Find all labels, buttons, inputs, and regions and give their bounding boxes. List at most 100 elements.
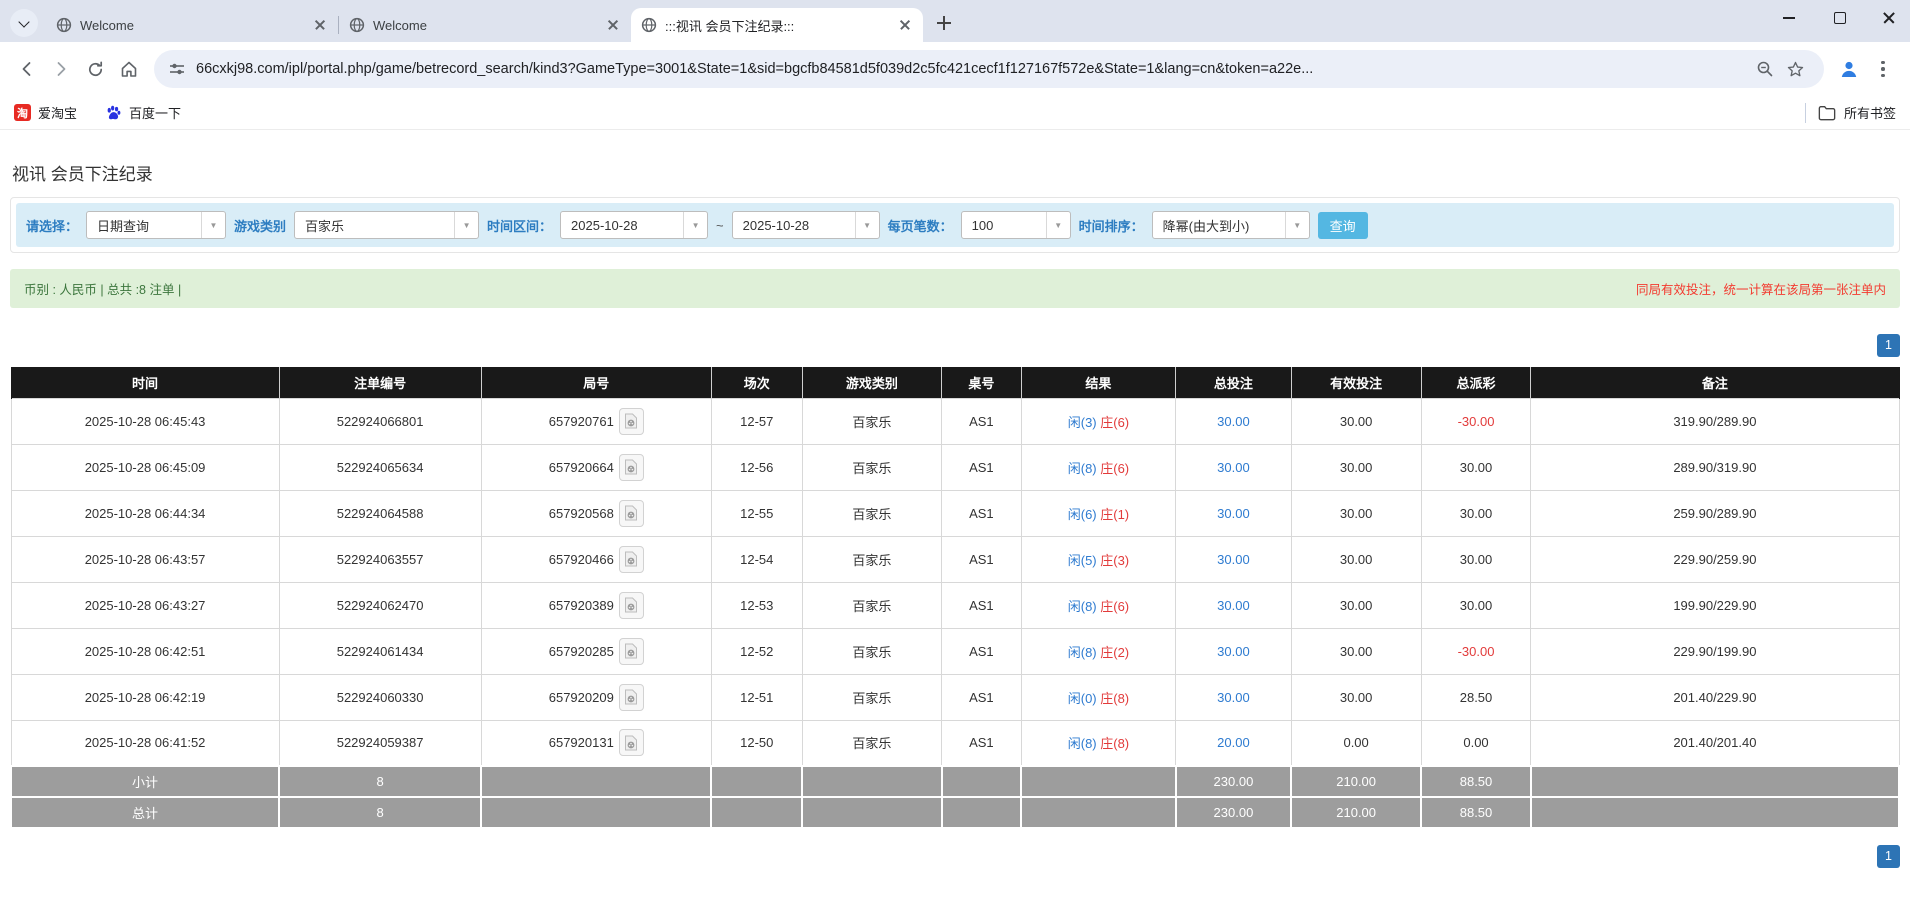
result-player: 闲(8) xyxy=(1067,598,1097,614)
cell-table-no: AS1 xyxy=(941,673,1022,721)
cell-game-type: 百家乐 xyxy=(801,673,943,721)
minimize-icon[interactable] xyxy=(1782,10,1796,24)
page-1-button[interactable]: 1 xyxy=(1877,334,1900,357)
total-bet-link[interactable]: 30.00 xyxy=(1217,598,1250,613)
filter-panel: 请选择： 日期查询 ▼ 游戏类别 百家乐 ▼ 时间区间： 2025-10-28 … xyxy=(10,197,1900,253)
cell-bet-id: 522924060330 xyxy=(278,673,482,721)
cell-valid-bet: 30.00 xyxy=(1290,535,1422,583)
home-icon xyxy=(121,61,137,77)
total-bet-link[interactable]: 30.00 xyxy=(1217,414,1250,429)
menu-button[interactable] xyxy=(1866,52,1900,86)
bookmark-aitaobao[interactable]: 淘 爱淘宝 xyxy=(14,103,77,122)
cell-table-no: AS1 xyxy=(941,489,1022,537)
cell-table-no: AS1 xyxy=(941,443,1022,491)
cell-round-id: 657920466 xyxy=(480,535,712,583)
chevron-down-icon: ▼ xyxy=(454,212,478,238)
cell-bet-id: 522924062470 xyxy=(278,581,482,629)
new-tab-button[interactable] xyxy=(931,10,957,36)
close-icon[interactable] xyxy=(605,17,621,33)
home-button[interactable] xyxy=(112,52,146,86)
result-player: 闲(8) xyxy=(1067,736,1097,752)
date-from-select[interactable]: 2025-10-28 ▼ xyxy=(560,211,709,239)
valid-bet-note-text: 同局有效投注，统一计算在该局第一张注单内 xyxy=(1635,283,1886,297)
total-bet-link[interactable]: 30.00 xyxy=(1217,552,1250,567)
cell-table-no: AS1 xyxy=(941,535,1022,583)
bookmark-baidu[interactable]: 百度一下 xyxy=(105,103,181,122)
subtotal-row: 小计 8 230.00 210.00 88.50 xyxy=(9,765,1901,798)
result-player: 闲(6) xyxy=(1067,506,1097,522)
date-to-select[interactable]: 2025-10-28 ▼ xyxy=(731,211,880,239)
video-replay-button[interactable] xyxy=(618,499,644,527)
cell-game-type: 百家乐 xyxy=(801,397,943,445)
total-valid-bet: 210.00 xyxy=(1289,796,1423,829)
round-number: 657920389 xyxy=(548,597,614,613)
video-replay-button[interactable] xyxy=(618,683,644,711)
cell-bet-id: 522924063557 xyxy=(278,535,482,583)
tab-welcome-1[interactable]: Welcome xyxy=(46,8,338,42)
globe-icon xyxy=(641,17,657,33)
close-window-icon[interactable] xyxy=(1882,10,1896,24)
header-bet-id: 注单编号 xyxy=(278,367,482,398)
cell-game-type: 百家乐 xyxy=(801,719,943,767)
tab-welcome-2[interactable]: Welcome xyxy=(339,8,631,42)
video-replay-button[interactable] xyxy=(618,637,644,665)
sort-select[interactable]: 降幂(由大到小) ▼ xyxy=(1151,211,1310,239)
cell-payout: 0.00 xyxy=(1420,719,1532,767)
round-number: 657920761 xyxy=(548,413,614,429)
bookmark-star-button[interactable] xyxy=(1780,54,1810,84)
cell-valid-bet: 30.00 xyxy=(1290,627,1422,675)
tab-search-button[interactable] xyxy=(10,9,38,37)
total-bet-link[interactable]: 30.00 xyxy=(1217,644,1250,659)
page-size-select[interactable]: 100 ▼ xyxy=(960,211,1071,239)
video-replay-button[interactable] xyxy=(618,729,644,757)
video-replay-button[interactable] xyxy=(618,407,644,435)
total-bet-link[interactable]: 20.00 xyxy=(1217,735,1250,750)
video-replay-button[interactable] xyxy=(618,453,644,481)
header-game-type: 游戏类别 xyxy=(801,367,943,398)
video-replay-button[interactable] xyxy=(618,545,644,573)
close-icon[interactable] xyxy=(312,17,328,33)
tab-bet-records-active[interactable]: :::视讯 会员下注纪录::: xyxy=(631,8,923,42)
profile-button[interactable] xyxy=(1832,52,1866,86)
cell-game-type: 百家乐 xyxy=(801,627,943,675)
query-type-select[interactable]: 日期查询 ▼ xyxy=(86,211,227,239)
cell-round-id: 657920568 xyxy=(480,489,712,537)
address-bar[interactable]: 66cxkj98.com/ipl/portal.php/game/betreco… xyxy=(154,50,1824,88)
cell-session: 12-51 xyxy=(710,673,803,721)
total-bet-link[interactable]: 30.00 xyxy=(1217,690,1250,705)
cell-game-type: 百家乐 xyxy=(801,489,943,537)
result-banker: 庄(8) xyxy=(1100,736,1130,752)
cell-bet-id: 522924064588 xyxy=(278,489,482,537)
total-payout: 88.50 xyxy=(1420,796,1532,829)
cell-time: 2025-10-28 06:41:52 xyxy=(10,719,280,767)
cell-remark: 201.40/229.90 xyxy=(1530,673,1900,721)
back-button[interactable] xyxy=(10,52,44,86)
zoom-button[interactable] xyxy=(1750,54,1780,84)
cell-session: 12-52 xyxy=(710,627,803,675)
cell-total-bet: 30.00 xyxy=(1175,489,1292,537)
cell-round-id: 657920209 xyxy=(480,673,712,721)
cell-payout: 30.00 xyxy=(1420,489,1532,537)
total-bet-link[interactable]: 30.00 xyxy=(1217,506,1250,521)
table-body: 2025-10-28 06:45:43 522924066801 657920761… xyxy=(10,397,1900,767)
forward-button[interactable] xyxy=(44,52,78,86)
cell-round-id: 657920761 xyxy=(480,397,712,445)
video-replay-button[interactable] xyxy=(618,591,644,619)
maximize-icon[interactable] xyxy=(1832,10,1846,24)
total-bet-link[interactable]: 30.00 xyxy=(1217,460,1250,475)
cell-session: 12-54 xyxy=(710,535,803,583)
game-type-select[interactable]: 百家乐 ▼ xyxy=(294,211,480,239)
round-number: 657920209 xyxy=(548,689,614,705)
cell-total-bet: 30.00 xyxy=(1175,627,1292,675)
table-row: 2025-10-28 06:42:51 522924061434 657920285… xyxy=(10,627,1900,675)
header-result: 结果 xyxy=(1020,367,1177,398)
all-bookmarks-button[interactable]: 所有书签 xyxy=(1818,103,1896,122)
page-1-button[interactable]: 1 xyxy=(1877,845,1900,868)
cell-remark: 259.90/289.90 xyxy=(1530,489,1900,537)
search-button[interactable]: 查询 xyxy=(1317,211,1368,239)
currency-summary-text: 币别 : 人民币 | 总共 :8 注单 | xyxy=(24,283,182,297)
cell-valid-bet: 30.00 xyxy=(1290,673,1422,721)
reload-button[interactable] xyxy=(78,52,112,86)
bookmarks-divider xyxy=(1804,102,1806,123)
close-icon[interactable] xyxy=(897,17,913,33)
